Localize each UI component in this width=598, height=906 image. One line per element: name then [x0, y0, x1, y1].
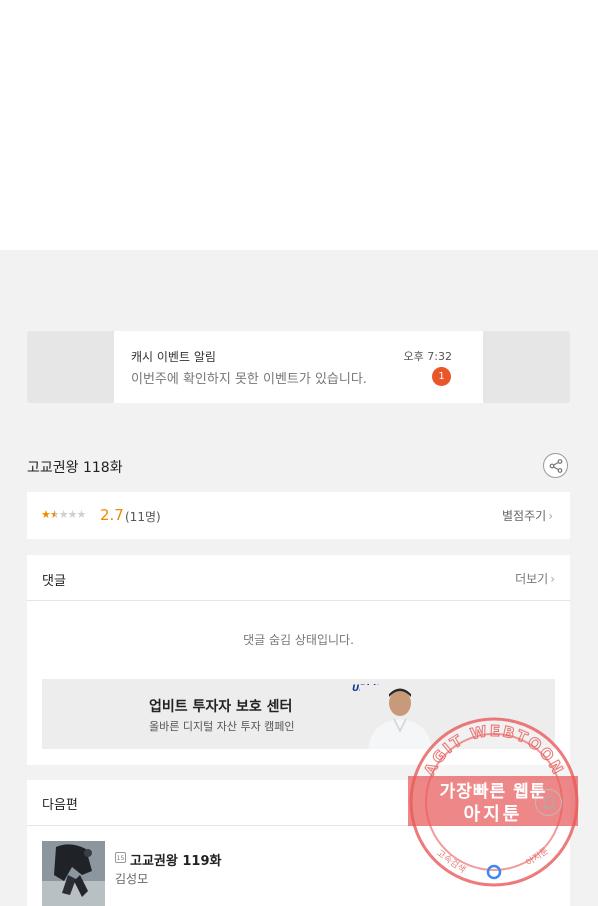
next-episode-heading: 다음편 [42, 798, 78, 813]
upbit-ad-banner[interactable]: 업비트 투자자 보호 센터 올바른 디지털 자산 투자 캠페인 UPbit [42, 679, 555, 749]
share-button[interactable] [543, 453, 568, 478]
star-empty-icon: ★ [58, 508, 69, 521]
comments-title: 댓글 [42, 574, 66, 589]
notification-title: 캐시 이벤트 알림 [131, 350, 216, 364]
notification-count-badge: 1 [432, 367, 451, 386]
star-empty-icon: ★ [76, 508, 87, 521]
comments-header: 댓글 더보기 › [27, 555, 570, 601]
chevron-right-icon: › [548, 509, 553, 523]
top-blank-area [0, 0, 598, 250]
comments-more-label: 더보기 [515, 572, 549, 586]
star-half-icon: ★ [49, 508, 60, 521]
star-rating: ★★★★★ [41, 508, 87, 521]
next-episode-thumbnail[interactable] [42, 841, 105, 906]
next-episode-title[interactable]: 고교권왕 119화 [130, 850, 221, 869]
ad-title: 업비트 투자자 보호 센터 [149, 699, 293, 715]
age-rating-badge: 15 [115, 852, 126, 863]
rate-button-label: 별점주기 [502, 509, 547, 523]
star-empty-icon: ★ [67, 508, 78, 521]
comments-hidden-message: 댓글 숨김 상태입니다. [243, 633, 354, 647]
watermark-line2: 아지툰 [463, 804, 523, 825]
comments-more-button[interactable]: 더보기 › [515, 570, 555, 587]
star-icon: ★ [41, 508, 51, 521]
notification-banner[interactable]: 캐시 이벤트 알림 오후 7:32 이번주에 확인하지 못한 이벤트가 있습니다… [27, 331, 570, 403]
notification-message: 이번주에 확인하지 못한 이벤트가 있습니다. [131, 372, 367, 387]
notification-card[interactable]: 캐시 이벤트 알림 오후 7:32 이번주에 확인하지 못한 이벤트가 있습니다… [114, 331, 483, 403]
share-icon [549, 459, 563, 473]
ad-person-image [360, 685, 440, 749]
chevron-right-icon: › [550, 572, 555, 586]
watermark-line1: 가장빠른 웹툰 [439, 782, 547, 802]
rating-bar: ★★★★★ 2.7 (11명) 별점주기 › [27, 492, 570, 539]
rating-value: 2.7 [100, 506, 124, 524]
notification-time: 오후 7:32 [403, 350, 452, 363]
next-episode-author: 김성모 [115, 872, 149, 886]
episode-title: 고교권왕 118화 [27, 460, 123, 476]
ad-subtitle: 올바른 디지털 자산 투자 캠페인 [149, 720, 295, 733]
rating-count: (11명) [125, 510, 161, 524]
comments-section: 댓글 더보기 › 댓글 숨김 상태입니다. 업비트 투자자 보호 센터 올바른 디… [27, 555, 570, 765]
rate-button[interactable]: 별점주기 › [502, 507, 553, 524]
